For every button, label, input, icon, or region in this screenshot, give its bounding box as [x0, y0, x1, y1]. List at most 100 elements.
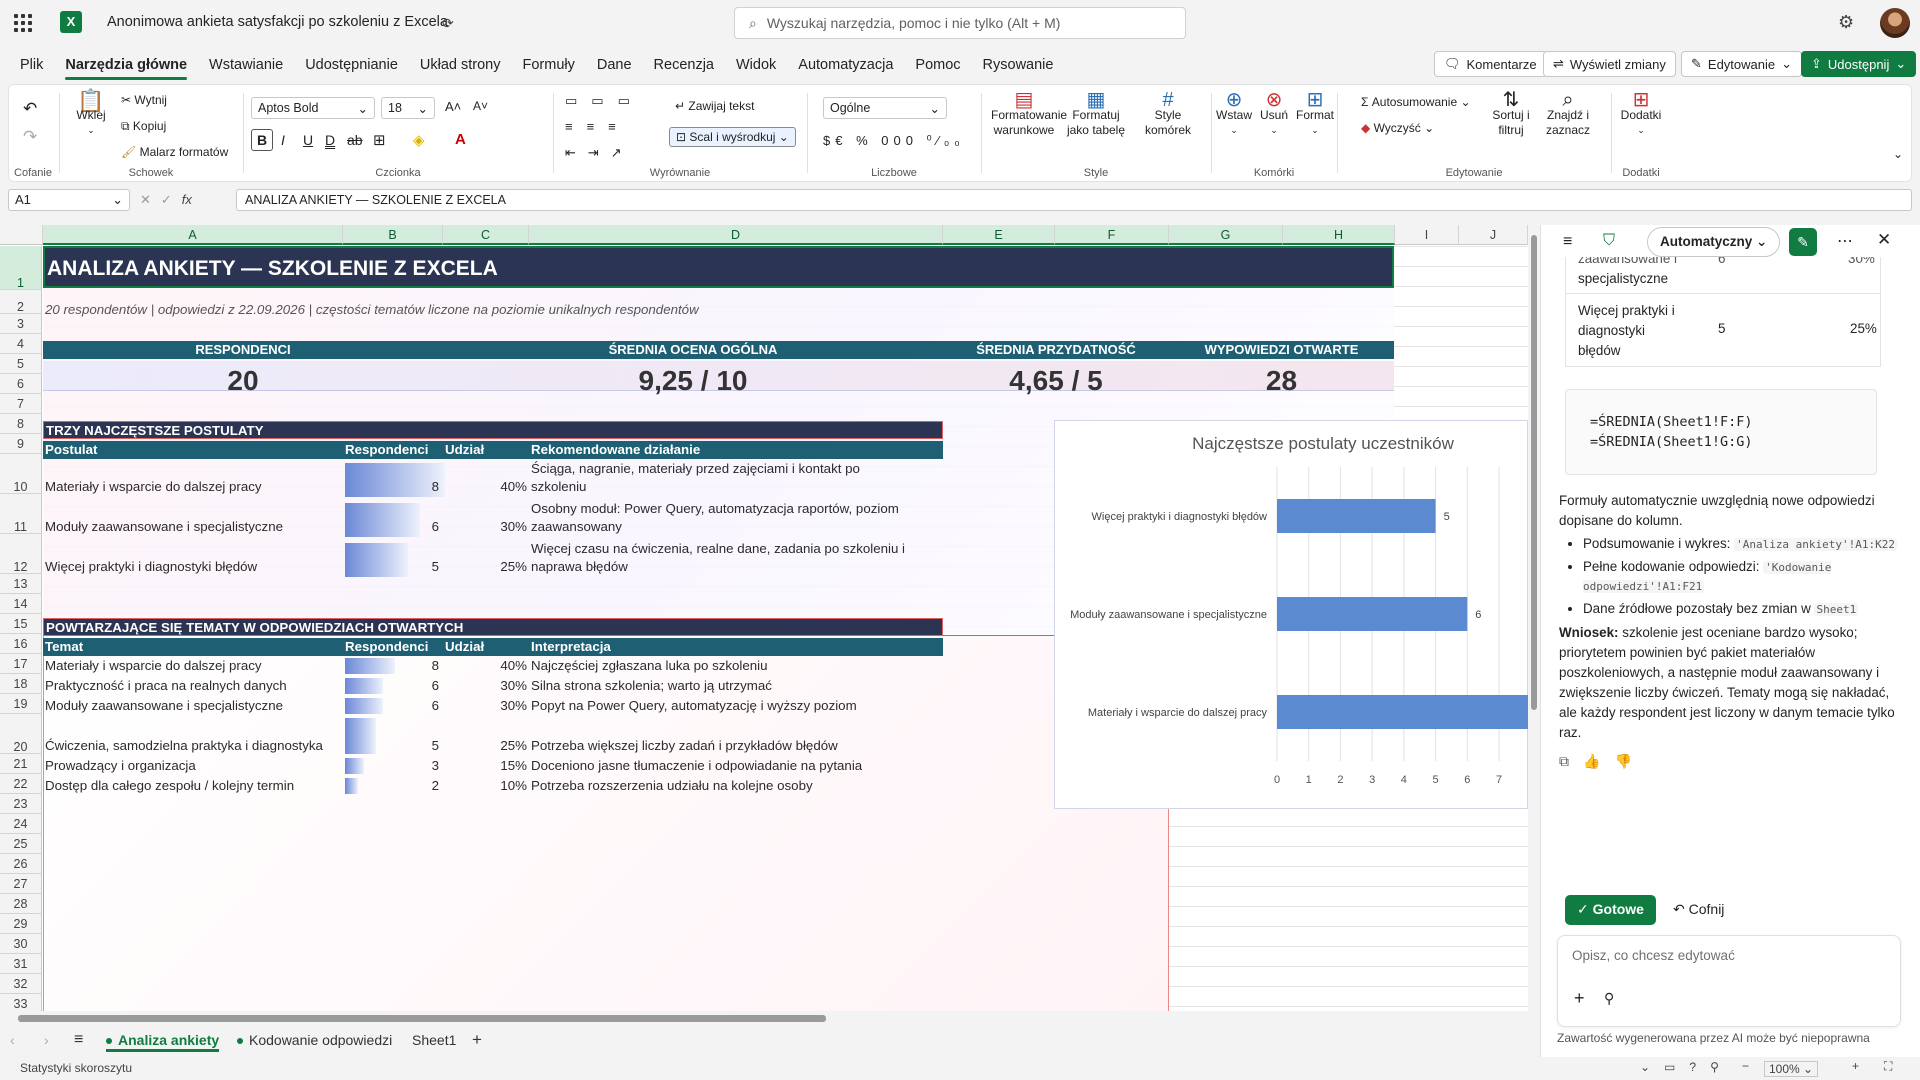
undo-icon[interactable]: ↶: [23, 99, 37, 119]
kpi-label[interactable]: ŚREDNIA PRZYDATNOŚĆ: [943, 341, 1169, 359]
search-input[interactable]: ⌕ Wyszukaj narzędzia, pomoc i nie tylko (…: [734, 7, 1186, 39]
column-header[interactable]: F: [1055, 225, 1169, 245]
row-header[interactable]: 19: [0, 694, 42, 714]
prev-sheet-icon[interactable]: ‹: [10, 1030, 15, 1052]
increase-font-icon[interactable]: A˄: [445, 99, 461, 114]
insert-cells-button[interactable]: ⊕ Wstaw ⌄: [1215, 90, 1253, 138]
column-header[interactable]: I: [1395, 225, 1459, 245]
tab-draw[interactable]: Rysowanie: [983, 50, 1054, 80]
row-header[interactable]: 24: [0, 814, 42, 834]
scroll-thumb[interactable]: [1531, 235, 1537, 710]
postulat-cell[interactable]: Materiały i wsparcie do dalszej pracy: [45, 479, 262, 494]
row-header[interactable]: 25: [0, 834, 42, 854]
autosum-button[interactable]: Σ Autosumowanie ⌄: [1361, 95, 1471, 109]
format-table-button[interactable]: ▦ Formatuj jako tabelę: [1063, 90, 1129, 138]
row-header[interactable]: 21: [0, 754, 42, 774]
action-cell[interactable]: zaawansowany: [531, 519, 622, 534]
row-header[interactable]: 1: [0, 246, 42, 290]
row-header[interactable]: 4: [0, 334, 42, 354]
number-format-dropdown[interactable]: Ogólne ⌄: [823, 97, 947, 119]
share-cell[interactable]: 25%: [443, 738, 527, 753]
show-changes-button[interactable]: ⇌ Wyświetl zmiany: [1543, 51, 1676, 77]
column-header[interactable]: G: [1169, 225, 1283, 245]
find-select-button[interactable]: ⌕ Znajdź i zaznacz: [1541, 90, 1595, 138]
avatar[interactable]: [1880, 8, 1910, 38]
sheet-tab-analiza[interactable]: Analiza ankiety: [106, 1030, 220, 1052]
row-header[interactable]: 20: [0, 714, 42, 754]
tab-home[interactable]: Narzędzia główne: [65, 50, 187, 80]
mention-icon[interactable]: ⚲: [1604, 990, 1614, 1007]
kpi-respondents[interactable]: 20: [43, 365, 443, 397]
tab-review[interactable]: Recenzja: [654, 50, 714, 80]
wrap-text-button[interactable]: ↵ Zawijaj tekst: [675, 99, 754, 113]
name-box[interactable]: A1 ⌄: [8, 189, 130, 211]
row-header[interactable]: 23: [0, 794, 42, 814]
interpretation-cell[interactable]: Silna strona szkolenia; warto ją utrzyma…: [531, 678, 772, 693]
format-cells-button[interactable]: ⊞ Format ⌄: [1295, 90, 1335, 138]
row-header[interactable]: 3: [0, 314, 42, 334]
merge-center-button[interactable]: ⊡ Scal i wyśrodkuj ⌄: [669, 127, 796, 147]
row-header[interactable]: 18: [0, 674, 42, 694]
interpretation-cell[interactable]: Potrzeba większej liczby zadań i przykła…: [531, 738, 838, 753]
new-chat-icon[interactable]: ✎: [1789, 228, 1817, 256]
row-header[interactable]: 27: [0, 874, 42, 894]
thumbs-down-icon[interactable]: 👎: [1614, 753, 1645, 769]
spreadsheet-grid[interactable]: A B C D E F G H I J 1 2 3 4 5 6 7 8 9 10 11 12 13 14 1…: [0, 225, 1528, 1025]
postulat-cell[interactable]: Moduły zaawansowane i specjalistyczne: [45, 519, 283, 534]
share-button[interactable]: ⇪ Udostępnij ⌄: [1801, 51, 1917, 77]
themes-title[interactable]: POWTARZAJĄCE SIĘ TEMATY W ODPOWIEDZIACH …: [43, 618, 943, 636]
history-icon[interactable]: ≡: [1563, 233, 1572, 251]
row-header[interactable]: 17: [0, 654, 42, 674]
row-header[interactable]: 22: [0, 774, 42, 794]
sheet-tab-sheet1[interactable]: Sheet1: [412, 1030, 456, 1052]
font-name-dropdown[interactable]: Aptos Bold ⌄: [251, 97, 375, 119]
share-cell[interactable]: 30%: [443, 698, 527, 713]
row-header[interactable]: 2: [0, 290, 42, 314]
topic-cell[interactable]: Materiały i wsparcie do dalszej pracy: [45, 658, 262, 673]
tab-page-layout[interactable]: Układ strony: [420, 50, 501, 80]
respondents-cell[interactable]: 5: [343, 738, 439, 753]
share-cell[interactable]: 25%: [443, 559, 527, 574]
vertical-scrollbar[interactable]: [1528, 225, 1540, 1015]
header-respondents[interactable]: Respondenci: [345, 638, 429, 656]
row-header[interactable]: 15: [0, 614, 42, 634]
formula-input[interactable]: ANALIZA ANKIETY — SZKOLENIE Z EXCELA: [236, 189, 1912, 211]
kpi-label[interactable]: WYPOWIEDZI OTWARTE: [1169, 341, 1394, 359]
borders-icon[interactable]: ⊞: [373, 131, 386, 149]
row-header[interactable]: 11: [0, 494, 42, 534]
tab-insert[interactable]: Wstawianie: [209, 50, 283, 80]
vertical-align-icons[interactable]: ▭▭▭: [565, 93, 644, 109]
action-cell[interactable]: naprawa błędów: [531, 559, 628, 574]
thumbs-up-icon[interactable]: 👍: [1583, 753, 1614, 769]
kpi-open-answers[interactable]: 28: [1169, 365, 1394, 397]
row-header[interactable]: 29: [0, 914, 42, 934]
header-interpretation[interactable]: Interpretacja: [531, 638, 611, 656]
more-options-icon[interactable]: ⋯: [1837, 231, 1853, 251]
saved-status-icon[interactable]: ⟳: [442, 15, 454, 32]
conditional-format-button[interactable]: ▤ Formatowanie warunkowe: [991, 90, 1067, 138]
all-sheets-menu-icon[interactable]: ≡: [74, 1030, 83, 1052]
clear-button[interactable]: ◆ Wyczyść ⌄: [1361, 121, 1434, 135]
number-format-icons[interactable]: $€ % 000 ⁰⁄₀₀: [823, 133, 965, 149]
row-header[interactable]: 10: [0, 454, 42, 494]
close-icon[interactable]: ✕: [1877, 230, 1891, 250]
tab-automate[interactable]: Automatyzacja: [798, 50, 893, 80]
copy-button[interactable]: ⧉ Kopiuj: [121, 119, 166, 134]
header-share[interactable]: Udział: [445, 441, 484, 459]
mode-dropdown[interactable]: Automatyczny ⌄: [1647, 227, 1781, 257]
interpretation-cell[interactable]: Najczęściej zgłaszana luka po szkoleniu: [531, 658, 768, 673]
row-header[interactable]: 31: [0, 954, 42, 974]
header-postulat[interactable]: Postulat: [45, 441, 97, 459]
topic-cell[interactable]: Moduły zaawansowane i specjalistyczne: [45, 698, 283, 713]
zoom-level[interactable]: 100% ⌄: [1764, 1061, 1819, 1077]
zoom-out-icon[interactable]: −: [1742, 1059, 1749, 1073]
prompt-placeholder[interactable]: Opisz, co chcesz edytować: [1572, 948, 1735, 963]
column-header[interactable]: H: [1283, 225, 1395, 245]
prompt-box[interactable]: Opisz, co chcesz edytować + ⚲: [1557, 935, 1901, 1027]
dashboard-title[interactable]: ANALIZA ANKIETY — SZKOLENIE Z EXCELA: [43, 246, 1394, 288]
zoom-in-icon[interactable]: +: [1852, 1059, 1859, 1073]
select-all-corner[interactable]: [0, 225, 43, 245]
comments-button[interactable]: 🗨 Komentarze: [1434, 51, 1547, 77]
settings-gear-icon[interactable]: ⚙: [1838, 12, 1854, 33]
share-cell[interactable]: 40%: [443, 658, 527, 673]
